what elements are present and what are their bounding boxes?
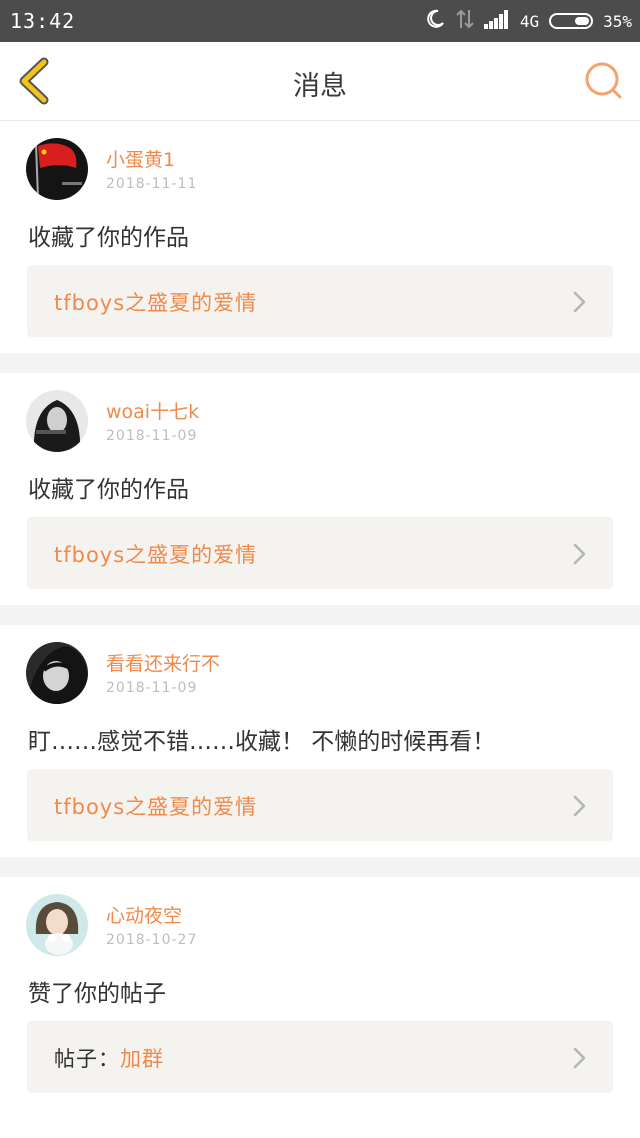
chevron-right-icon [573, 543, 587, 569]
chevron-right-icon [573, 795, 587, 821]
avatar[interactable] [26, 390, 88, 452]
reference-link[interactable]: tfboys之盛夏的爱情 [27, 769, 613, 841]
message-text: 收藏了你的作品 [28, 477, 189, 503]
chevron-right-icon [573, 291, 587, 317]
avatar[interactable] [26, 138, 88, 200]
reference-link[interactable]: tfboys之盛夏的爱情 [27, 265, 613, 337]
reference-prefix: 帖子： [54, 1047, 120, 1071]
data-arrows-icon [456, 8, 474, 34]
divider [0, 857, 640, 877]
status-icons: 4G 35% [424, 8, 632, 34]
message-card: 小蛋黄1 2018-11-11 收藏了你的作品 tfboys之盛夏的爱情 [0, 121, 640, 353]
search-button[interactable] [582, 59, 626, 103]
message-text: 盯……感觉不错……收藏！ 不懒的时候再看！ [28, 729, 496, 755]
reference-title: tfboys之盛夏的爱情 [54, 291, 258, 315]
message-date: 2018-11-11 [106, 176, 198, 192]
reference-link[interactable]: 帖子：加群 [27, 1021, 613, 1093]
signal-icon [483, 9, 510, 33]
reference-link[interactable]: tfboys之盛夏的爱情 [27, 517, 613, 589]
avatar[interactable] [26, 642, 88, 704]
message-text: 收藏了你的作品 [28, 225, 189, 251]
message-text: 赞了你的帖子 [28, 981, 166, 1007]
reference-title: tfboys之盛夏的爱情 [54, 795, 258, 819]
message-date: 2018-10-27 [106, 932, 198, 948]
username[interactable]: 看看还来行不 [106, 649, 220, 676]
username[interactable]: woai十七k [106, 397, 199, 424]
battery-percent: 35% [603, 11, 632, 31]
divider [0, 353, 640, 373]
message-list: 小蛋黄1 2018-11-11 收藏了你的作品 tfboys之盛夏的爱情 woa… [0, 121, 640, 1109]
message-card: 看看还来行不 2018-11-09 盯……感觉不错……收藏！ 不懒的时候再看！ … [0, 625, 640, 857]
chevron-right-icon [573, 1047, 587, 1073]
reference-title: 帖子：加群 [54, 1043, 164, 1073]
search-icon [582, 62, 626, 107]
reference-title: tfboys之盛夏的爱情 [54, 543, 258, 567]
network-type: 4G [519, 11, 540, 31]
battery-icon [549, 13, 594, 29]
status-time: 13:42 [10, 9, 76, 33]
moon-icon [424, 8, 446, 34]
message-card: 心动夜空 2018-10-27 赞了你的帖子 帖子：加群 [0, 877, 640, 1109]
status-bar: 13:42 4G 35% [0, 0, 640, 42]
username[interactable]: 心动夜空 [106, 901, 182, 928]
username[interactable]: 小蛋黄1 [106, 145, 175, 172]
reference-name: 加群 [120, 1047, 164, 1071]
divider [0, 605, 640, 625]
page-title: 消息 [293, 71, 347, 102]
message-date: 2018-11-09 [106, 428, 198, 444]
message-card: woai十七k 2018-11-09 收藏了你的作品 tfboys之盛夏的爱情 [0, 373, 640, 605]
app-header: 消息 [0, 42, 640, 121]
message-date: 2018-11-09 [106, 680, 198, 696]
avatar[interactable] [26, 894, 88, 956]
